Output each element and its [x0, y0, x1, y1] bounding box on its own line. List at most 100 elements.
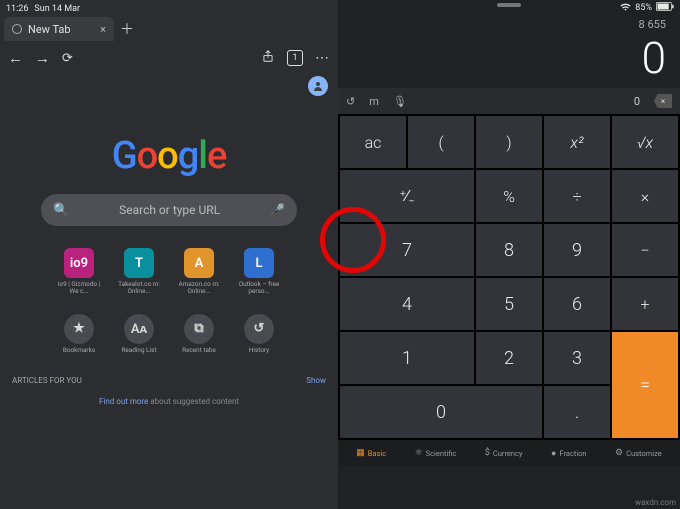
shortcut-tile[interactable]: io9 io9 | Gizmodo | We c...	[56, 248, 102, 296]
reading-list-button[interactable]: Aᴀ Reading List	[116, 314, 162, 354]
shortcut-tile[interactable]: L Outlook – free perso...	[236, 248, 282, 296]
articles-label: ARTICLES FOR YOU	[12, 376, 82, 385]
history-button[interactable]: ↺ History	[236, 314, 282, 354]
new-tab-content: Google 🔍 Search or type URL 🎤 io9 io9 | …	[0, 100, 338, 509]
find-out-more-link[interactable]: Find out more	[99, 397, 148, 406]
battery-percent: 85%	[635, 3, 652, 13]
history-icon[interactable]: ↺	[346, 95, 355, 108]
key-percent[interactable]: %	[476, 170, 542, 222]
back-button[interactable]: ←	[8, 49, 23, 67]
key-ac[interactable]: ac	[340, 116, 406, 168]
quick-action-label: History	[235, 347, 283, 354]
search-icon: 🔍	[53, 203, 69, 218]
voice-input-icon[interactable]: 🎙	[393, 95, 407, 108]
key-square[interactable]: x²	[544, 116, 610, 168]
key-4[interactable]: 4	[340, 278, 474, 330]
mode-scientific[interactable]: ⚛Scientific	[415, 448, 457, 458]
shortcuts-grid: io9 io9 | Gizmodo | We c... T Takealot.c…	[56, 248, 282, 354]
battery-icon	[656, 2, 674, 14]
search-placeholder: Search or type URL	[79, 203, 260, 217]
status-bar-right: 85%	[338, 0, 680, 14]
forward-button[interactable]: →	[35, 49, 50, 67]
key-close-paren[interactable]: )	[476, 116, 542, 168]
chrome-pane: 11:26 Sun 14 Mar New Tab × ＋ ← → ⟳ 1 ⋯	[0, 0, 338, 509]
history-icon: ↺	[244, 314, 274, 344]
key-6[interactable]: 6	[544, 278, 610, 330]
overflow-menu-icon[interactable]: ⋯	[315, 50, 330, 66]
tabs-switcher[interactable]: 1	[287, 50, 303, 66]
new-tab-button[interactable]: ＋	[120, 19, 134, 39]
key-1[interactable]: 1	[340, 332, 474, 384]
suggested-content-hint: Find out more about suggested content	[99, 397, 239, 406]
google-logo: Google	[112, 134, 227, 178]
mode-customize[interactable]: ⚙Customize	[615, 448, 662, 458]
voice-search-icon[interactable]: 🎤	[270, 203, 285, 217]
calc-input-row: ↺ m 🎙 0 ×	[338, 88, 680, 114]
basic-icon: ▦	[356, 448, 365, 458]
key-5[interactable]: 5	[476, 278, 542, 330]
profile-avatar[interactable]	[308, 76, 328, 96]
reading-list-icon: Aᴀ	[124, 314, 154, 344]
wifi-icon	[620, 3, 631, 14]
share-icon[interactable]	[261, 49, 275, 67]
key-minus[interactable]: −	[612, 224, 678, 276]
key-8[interactable]: 8	[476, 224, 542, 276]
mode-currency[interactable]: $Currency	[485, 448, 523, 458]
quick-action-label: Recent tabs	[175, 347, 223, 354]
key-equals[interactable]: =	[612, 332, 678, 438]
recent-tabs-button[interactable]: ⧉ Recent tabs	[176, 314, 222, 354]
reload-button[interactable]: ⟳	[62, 51, 73, 66]
shortcut-icon: io9	[64, 248, 94, 278]
calculator-pane: 85% 8 655 0 ↺ m 🎙 0 × ac ( ) x² √x ⁺∕₋ %…	[338, 0, 680, 509]
shortcut-icon: A	[184, 248, 214, 278]
key-0[interactable]: 0	[340, 386, 542, 438]
browser-tab[interactable]: New Tab ×	[4, 17, 114, 41]
globe-icon	[12, 24, 22, 34]
mode-basic[interactable]: ▦Basic	[356, 448, 386, 458]
mode-fraction[interactable]: ●Fraction	[551, 448, 587, 459]
tab-strip: New Tab × ＋	[0, 16, 338, 42]
quick-action-label: Reading List	[115, 347, 163, 354]
shortcut-label: Outlook – free perso...	[235, 281, 283, 296]
input-current: 0	[634, 95, 640, 108]
status-bar-left: 11:26 Sun 14 Mar	[0, 0, 338, 16]
quick-action-label: Bookmarks	[55, 347, 103, 354]
shortcut-icon: L	[244, 248, 274, 278]
recent-tabs-icon: ⧉	[184, 314, 214, 344]
shortcut-label: Amazon.co m: Online...	[175, 281, 223, 296]
calc-display: 0	[338, 32, 680, 88]
fraction-icon: ●	[551, 448, 556, 459]
key-plus-minus[interactable]: ⁺∕₋	[340, 170, 474, 222]
key-multiply[interactable]: ×	[612, 170, 678, 222]
star-icon: ★	[64, 314, 94, 344]
shortcut-label: io9 | Gizmodo | We c...	[55, 281, 103, 296]
scientific-icon: ⚛	[415, 448, 423, 458]
browser-toolbar: ← → ⟳ 1 ⋯	[0, 42, 338, 74]
status-time: 11:26	[6, 4, 28, 14]
watermark: waxdn.com	[635, 498, 676, 507]
memory-icon[interactable]: m	[369, 95, 379, 108]
backspace-button[interactable]: ×	[654, 94, 672, 108]
key-sqrt[interactable]: √x	[612, 116, 678, 168]
shortcut-tile[interactable]: T Takealot.co m: Online...	[116, 248, 162, 296]
search-bar[interactable]: 🔍 Search or type URL 🎤	[41, 194, 297, 226]
articles-header: ARTICLES FOR YOU Show	[0, 376, 338, 385]
status-date: Sun 14 Mar	[34, 4, 80, 14]
shortcut-label: Takealot.co m: Online...	[115, 281, 163, 296]
key-decimal[interactable]: .	[544, 386, 610, 438]
key-7[interactable]: 7	[340, 224, 474, 276]
show-articles-link[interactable]: Show	[306, 376, 326, 385]
shortcut-icon: T	[124, 248, 154, 278]
close-tab-icon[interactable]: ×	[100, 23, 106, 36]
currency-icon: $	[485, 448, 490, 458]
key-9[interactable]: 9	[544, 224, 610, 276]
key-3[interactable]: 3	[544, 332, 610, 384]
shortcut-tile[interactable]: A Amazon.co m: Online...	[176, 248, 222, 296]
customize-icon: ⚙	[615, 448, 623, 458]
key-open-paren[interactable]: (	[408, 116, 474, 168]
key-2[interactable]: 2	[476, 332, 542, 384]
tab-title: New Tab	[28, 23, 71, 36]
key-plus[interactable]: +	[612, 278, 678, 330]
bookmarks-button[interactable]: ★ Bookmarks	[56, 314, 102, 354]
key-divide[interactable]: ÷	[544, 170, 610, 222]
